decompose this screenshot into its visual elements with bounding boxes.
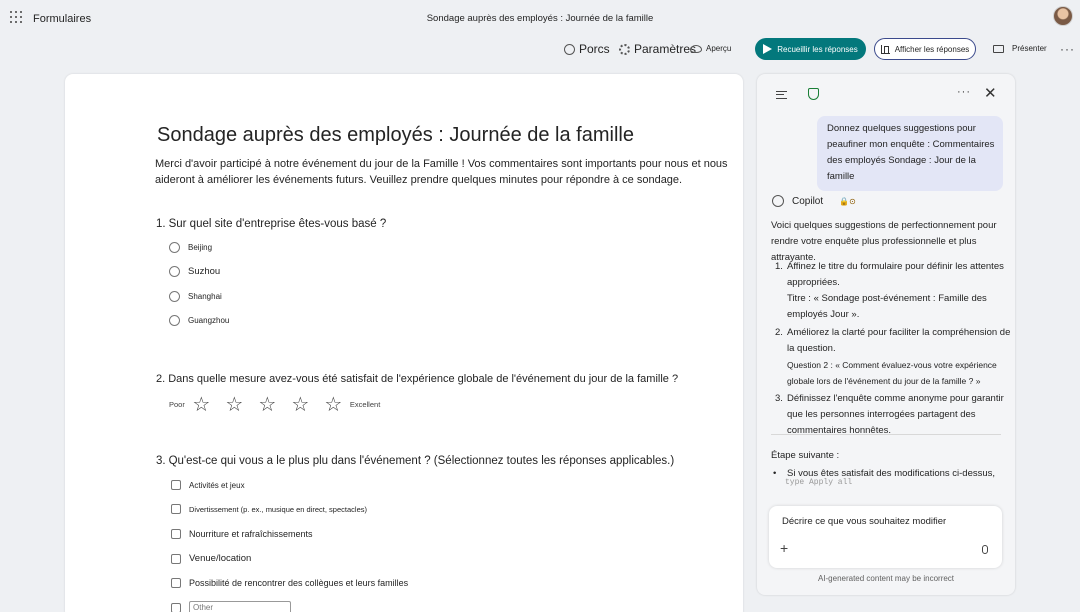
question-1[interactable]: 1. Sur quel site d'entreprise êtes-vous b… bbox=[156, 218, 386, 230]
copilot-name-row: Copilot 🔒⊙ bbox=[772, 195, 856, 207]
collect-responses-button[interactable]: Recueillir les réponses bbox=[755, 38, 866, 60]
document-title: Sondage auprès des employés : Journée de… bbox=[426, 13, 654, 24]
q3-option-other[interactable]: Other bbox=[171, 601, 291, 612]
user-message: Donnez quelques suggestions pour peaufin… bbox=[817, 116, 1003, 191]
sensitivity-badge: 🔒⊙ bbox=[839, 196, 856, 206]
copilot-panel: ··· ✕ Donnez quelques suggestions pour p… bbox=[757, 74, 1015, 595]
q1-option-guangzhou[interactable]: Guangzhou bbox=[169, 315, 229, 326]
q3-option-entertainment[interactable]: Divertissement (p. ex., musique en direc… bbox=[171, 504, 367, 514]
copilot-logo-icon bbox=[772, 195, 784, 207]
q1-option-beijing[interactable]: Beijing bbox=[169, 242, 212, 253]
checkbox[interactable] bbox=[171, 602, 181, 612]
radio-button[interactable] bbox=[169, 266, 180, 277]
settings-button[interactable]: Paramètres bbox=[619, 42, 696, 56]
checkbox[interactable] bbox=[171, 504, 181, 514]
radio-button[interactable] bbox=[169, 291, 180, 302]
q3-option-meet-colleagues[interactable]: Possibilité de rencontrer des collègues … bbox=[171, 578, 408, 588]
close-icon[interactable]: ✕ bbox=[984, 84, 997, 102]
star-rating: Poor ☆ ☆ ☆ ☆ ☆ Excellent bbox=[169, 394, 380, 414]
chart-icon bbox=[880, 44, 890, 54]
next-step-heading: Étape suivante : bbox=[771, 450, 840, 461]
form-card: Sondage auprès des employés : Journée de… bbox=[65, 74, 743, 612]
copilot-input-placeholder: Décrire ce que vous souhaitez modifier bbox=[782, 516, 947, 527]
porcs-button[interactable]: Porcs bbox=[564, 42, 610, 56]
q1-option-shanghai[interactable]: Shanghai bbox=[169, 291, 222, 302]
checkbox[interactable] bbox=[171, 553, 181, 564]
q3-option-food[interactable]: Nourriture et rafraîchissements bbox=[171, 529, 313, 539]
radio-button[interactable] bbox=[169, 315, 180, 326]
list-item: 1. Affinez le titre du formulaire pour d… bbox=[775, 261, 1004, 320]
form-description[interactable]: Merci d'avoir participé à notre événemen… bbox=[155, 156, 743, 188]
q3-option-activities[interactable]: Activités et jeux bbox=[171, 480, 245, 490]
question-2[interactable]: 2. Dans quelle mesure avez-vous été satis… bbox=[156, 373, 678, 385]
star-icon[interactable]: ☆ bbox=[185, 394, 218, 414]
question-3[interactable]: 3. Qu'est-ce qui vous a le plus plu dans … bbox=[156, 455, 674, 467]
list-item: 2. Améliorez la clarté pour faciliter la… bbox=[775, 327, 1011, 386]
gear-icon bbox=[619, 43, 630, 55]
rating-low-label: Poor bbox=[169, 399, 185, 409]
avatar[interactable] bbox=[1053, 6, 1073, 26]
present-icon bbox=[993, 44, 1004, 53]
ai-disclaimer: AI-generated content may be incorrect bbox=[817, 574, 955, 583]
radio-button[interactable] bbox=[169, 242, 180, 253]
present-button[interactable]: Présenter bbox=[993, 44, 1047, 53]
faded-text: type Apply all bbox=[785, 478, 853, 487]
copilot-input[interactable]: Décrire ce que vous souhaitez modifier + bbox=[769, 506, 1002, 568]
shield-icon bbox=[808, 88, 819, 100]
menu-icon[interactable] bbox=[776, 91, 787, 99]
q3-option-venue[interactable]: Venue/location bbox=[171, 553, 251, 564]
rating-high-label: Excellent bbox=[349, 399, 381, 409]
preview-button[interactable]: Aperçu bbox=[690, 44, 731, 53]
form-title[interactable]: Sondage auprès des employés : Journée de… bbox=[157, 124, 634, 147]
star-icon[interactable]: ☆ bbox=[284, 394, 317, 414]
checkbox[interactable] bbox=[171, 578, 181, 588]
star-icon[interactable]: ☆ bbox=[317, 394, 350, 414]
suggestion-list: 1. Affinez le titre du formulaire pour d… bbox=[771, 259, 1011, 441]
copilot-name: Copilot bbox=[792, 195, 824, 207]
theme-icon bbox=[564, 43, 575, 55]
checkbox[interactable] bbox=[171, 480, 181, 490]
checkbox[interactable] bbox=[171, 529, 181, 539]
top-bar: Formulaires Sondage auprès des employés … bbox=[0, 0, 1080, 36]
eye-icon bbox=[690, 44, 702, 53]
more-options-icon[interactable]: ··· bbox=[1060, 42, 1075, 56]
copilot-header: ··· ✕ bbox=[757, 74, 1015, 114]
star-icon[interactable]: ☆ bbox=[218, 394, 251, 414]
send-icon bbox=[763, 44, 773, 54]
other-input[interactable]: Other bbox=[189, 601, 291, 612]
star-icon[interactable]: ☆ bbox=[251, 394, 284, 414]
view-responses-button[interactable]: Afficher les réponses bbox=[874, 38, 976, 60]
microphone-icon[interactable] bbox=[982, 545, 988, 554]
divider bbox=[771, 434, 1001, 435]
more-options-icon[interactable]: ··· bbox=[957, 86, 971, 98]
list-item: 3. Définissez l'enquête comme anonyme po… bbox=[775, 393, 1004, 436]
plus-icon[interactable]: + bbox=[780, 540, 788, 556]
q1-option-suzhou[interactable]: Suzhou bbox=[169, 266, 220, 277]
